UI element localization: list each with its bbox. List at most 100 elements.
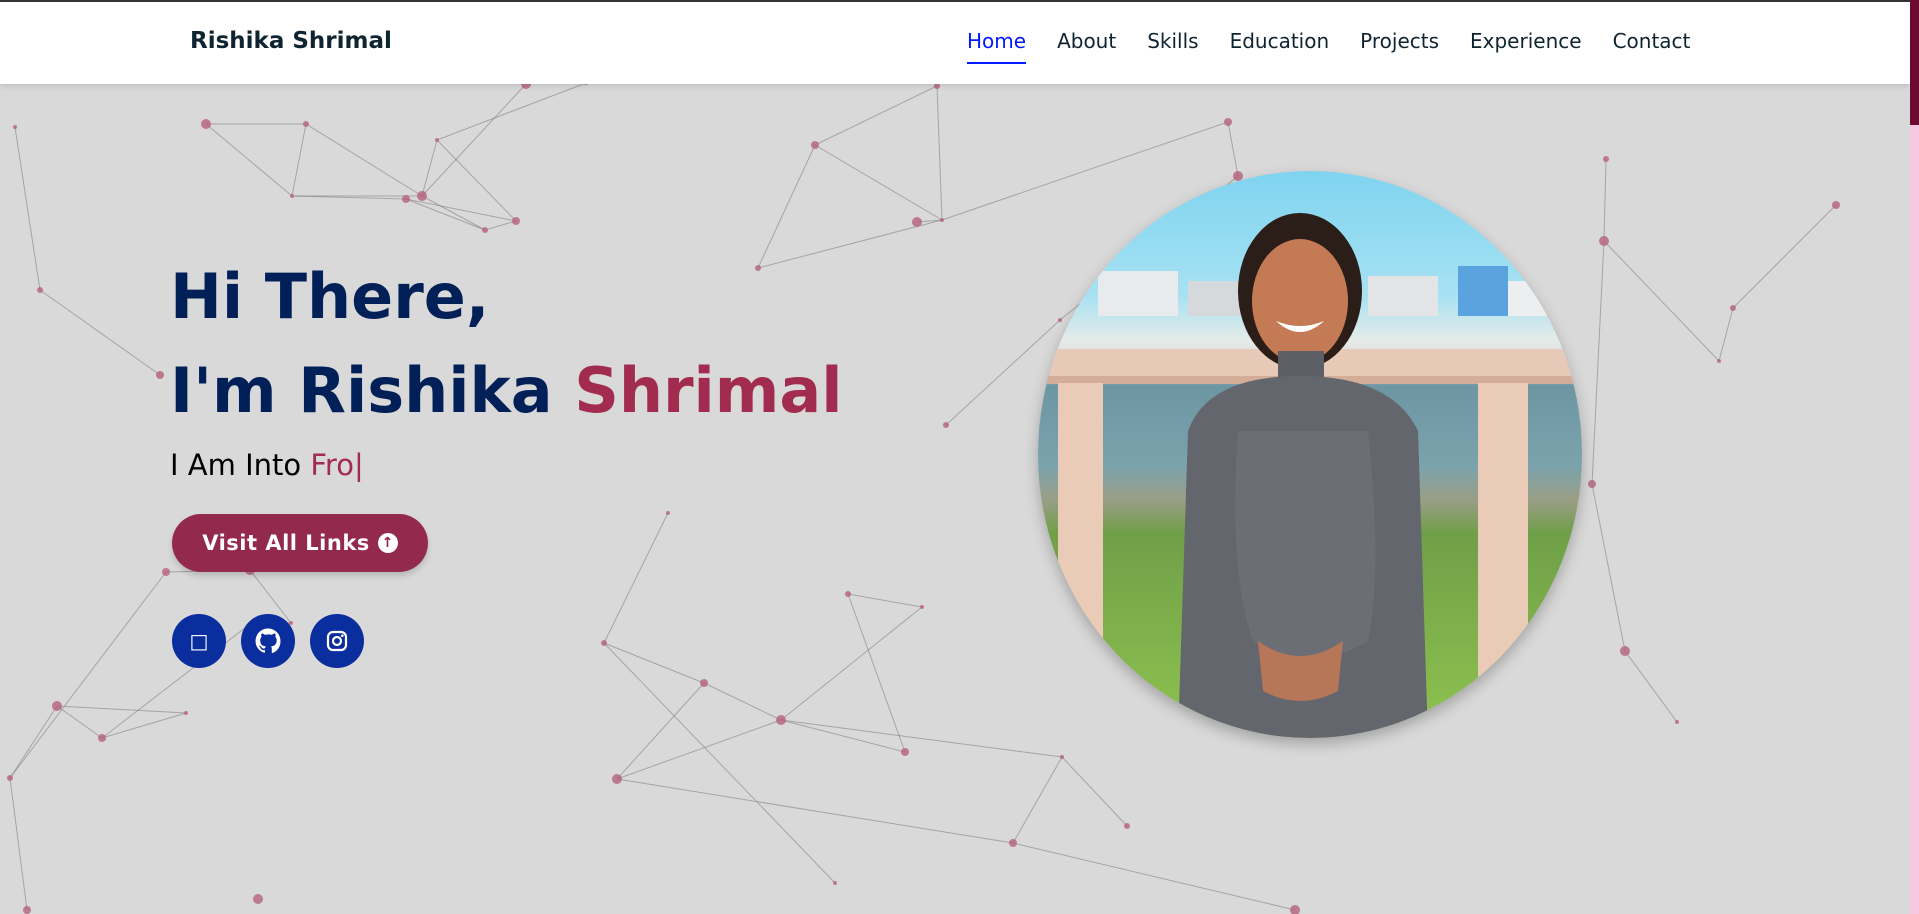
network-node: [1675, 720, 1679, 724]
network-node: [37, 287, 43, 293]
network-node: [901, 748, 909, 756]
linkedin-link[interactable]: □: [172, 614, 226, 668]
network-node: [833, 881, 837, 885]
network-node: [1058, 318, 1062, 322]
typing-text: Fro: [310, 448, 354, 482]
nav-education[interactable]: Education: [1230, 30, 1330, 64]
network-link: [1012, 756, 1063, 844]
network-link: [291, 123, 307, 197]
network-node: [776, 715, 786, 725]
nav-skills[interactable]: Skills: [1147, 30, 1198, 64]
hero-typing-line: I Am Into Fro|: [170, 448, 843, 482]
hero-name-surname: Shrimal: [574, 354, 843, 427]
network-node: [1832, 201, 1840, 209]
nav-menu: Home About Skills Education Projects Exp…: [967, 30, 1721, 64]
nav-home[interactable]: Home: [967, 30, 1027, 64]
network-node: [417, 191, 427, 201]
network-node: [700, 679, 708, 687]
network-node: [1620, 646, 1630, 656]
network-node: [201, 119, 211, 129]
network-link: [780, 719, 1063, 758]
network-node: [666, 511, 670, 515]
brand-logo[interactable]: Rishika Shrimal: [190, 28, 392, 54]
network-link: [1227, 121, 1239, 177]
network-node: [23, 906, 31, 914]
hero-section: Hi There, I'm Rishika Shrimal I Am Into …: [170, 250, 843, 668]
network-node: [1060, 755, 1064, 759]
network-node: [912, 217, 922, 227]
nav-about[interactable]: About: [1057, 30, 1116, 64]
network-node: [303, 121, 309, 127]
arrow-up-circle-icon: ↑: [377, 533, 398, 553]
network-node: [612, 774, 622, 784]
network-node: [253, 894, 263, 904]
network-link: [616, 778, 1014, 844]
network-link: [9, 705, 58, 779]
instagram-link[interactable]: [310, 614, 364, 668]
network-link: [603, 642, 836, 884]
network-node: [512, 217, 520, 225]
network-node: [1730, 305, 1736, 311]
network-link: [814, 85, 938, 146]
network-link: [56, 705, 187, 714]
network-node: [1603, 156, 1609, 162]
network-link: [436, 82, 587, 141]
scrollbar-track[interactable]: [1910, 0, 1919, 914]
nav-contact[interactable]: Contact: [1613, 30, 1691, 64]
network-link: [1718, 307, 1734, 362]
network-link: [1591, 483, 1626, 652]
network-node: [156, 371, 164, 379]
typing-prefix: I Am Into: [170, 448, 311, 482]
network-link: [101, 712, 187, 739]
network-node: [7, 775, 13, 781]
network-link: [1061, 756, 1128, 827]
github-icon: [255, 628, 281, 654]
network-link: [405, 198, 517, 222]
network-link: [847, 593, 906, 753]
network-node: [1124, 823, 1130, 829]
hero-name: I'm Rishika Shrimal: [170, 344, 843, 438]
typing-cursor: |: [353, 448, 364, 482]
network-node: [13, 125, 17, 129]
visit-all-links-button[interactable]: Visit All Links ↑: [172, 514, 428, 572]
network-link: [1732, 204, 1837, 309]
network-link: [56, 705, 103, 739]
network-node: [1599, 236, 1609, 246]
network-node: [920, 605, 924, 609]
network-node: [290, 194, 294, 198]
network-node: [52, 701, 62, 711]
network-link: [1591, 240, 1605, 485]
hero-name-first: I'm Rishika: [170, 354, 575, 427]
network-link: [603, 512, 669, 644]
network-node: [162, 568, 170, 576]
network-node: [811, 141, 819, 149]
network-link: [616, 719, 782, 780]
network-link: [205, 123, 293, 197]
hero-greeting: Hi There,: [170, 260, 490, 333]
network-node: [940, 218, 944, 222]
network-node: [1588, 480, 1596, 488]
network-link: [603, 642, 705, 684]
navbar: Rishika Shrimal Home About Skills Educat…: [0, 0, 1910, 84]
nav-experience[interactable]: Experience: [1470, 30, 1582, 64]
network-link: [39, 289, 161, 376]
network-node: [1224, 118, 1232, 126]
network-node: [601, 640, 607, 646]
network-link: [847, 593, 923, 608]
instagram-icon: [326, 630, 348, 652]
network-link: [484, 220, 517, 231]
nav-projects[interactable]: Projects: [1360, 30, 1439, 64]
network-node: [1717, 359, 1721, 363]
network-link: [780, 719, 906, 753]
network-link: [780, 606, 923, 721]
scrollbar-thumb[interactable]: [1910, 0, 1919, 125]
social-links: □: [172, 614, 379, 668]
github-link[interactable]: [241, 614, 295, 668]
network-link: [1603, 240, 1720, 362]
network-link: [9, 777, 28, 911]
network-link: [405, 198, 486, 231]
network-node: [482, 227, 488, 233]
network-link: [436, 139, 517, 222]
profile-photo: [1038, 171, 1582, 738]
network-link: [616, 682, 705, 780]
